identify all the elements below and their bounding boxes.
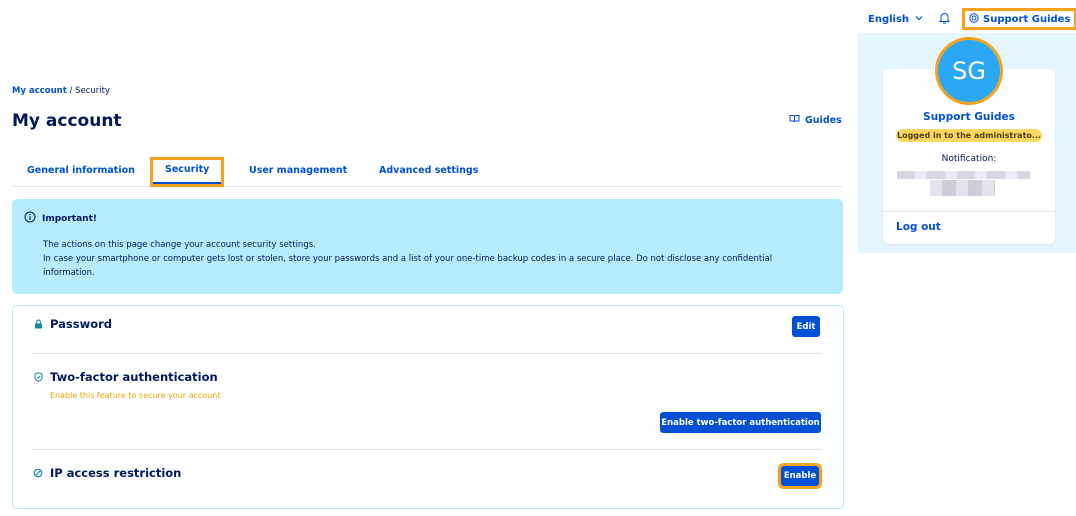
user-name: Support Guides — [923, 111, 1015, 123]
chevron-down-icon — [915, 14, 923, 25]
edit-password-button[interactable]: Edit — [792, 316, 820, 337]
support-guides-link[interactable]: Support Guides — [962, 8, 1076, 30]
notice-heading-text: Important! — [42, 213, 97, 224]
row-divider-1 — [32, 353, 822, 354]
enable-two-factor-button[interactable]: Enable two-factor authentication — [660, 412, 821, 433]
notifications-button[interactable] — [937, 12, 951, 26]
notice-line-1: The actions on this page change your acc… — [43, 240, 316, 250]
page-title: My account — [12, 111, 122, 131]
breadcrumb-root[interactable]: My account — [12, 86, 67, 96]
tab-advanced-settings[interactable]: Advanced settings — [379, 160, 478, 182]
redacted-notification — [897, 171, 1030, 179]
lock-icon — [32, 318, 44, 330]
redacted-notification-2 — [930, 180, 995, 196]
notice-heading: Important! — [24, 211, 97, 226]
guides-label: Guides — [805, 114, 842, 126]
tab-security[interactable]: Security — [149, 157, 225, 187]
book-icon — [789, 114, 800, 126]
guides-button[interactable]: Guides — [789, 114, 842, 126]
tab-bar: General information Security User manage… — [12, 157, 842, 187]
password-row: Password — [32, 317, 112, 331]
password-title: Password — [50, 317, 112, 331]
two-factor-title: Two-factor authentication — [50, 370, 218, 384]
notice-body: The actions on this page change your acc… — [43, 238, 823, 280]
logged-in-badge: Logged in to the administrato... — [896, 129, 1042, 142]
avatar[interactable]: SG — [938, 40, 1000, 102]
two-factor-subtitle: Enable this feature to secure your accou… — [50, 391, 224, 400]
ip-restriction-row: IP access restriction — [32, 466, 181, 480]
shield-icon — [32, 371, 44, 383]
notification-label: Notification: — [941, 154, 997, 164]
enable-ip-restriction-button[interactable]: Enable — [778, 463, 822, 489]
question-circle-icon — [969, 12, 979, 26]
row-divider-2 — [32, 449, 822, 450]
top-bar: English Support Guides — [868, 8, 1076, 30]
language-selector[interactable]: English — [868, 14, 923, 25]
tab-user-management[interactable]: User management — [249, 160, 347, 182]
bell-icon — [938, 12, 950, 27]
breadcrumb-current: Security — [75, 86, 110, 96]
info-icon — [24, 211, 36, 226]
language-label: English — [868, 13, 910, 25]
block-icon — [32, 467, 44, 479]
two-factor-row: Two-factor authentication — [32, 370, 218, 384]
ip-restriction-title: IP access restriction — [50, 466, 182, 480]
avatar-initials: SG — [952, 57, 986, 85]
tab-general-information[interactable]: General information — [27, 160, 135, 182]
logout-link[interactable]: Log out — [896, 221, 941, 233]
breadcrumb-separator: / — [69, 86, 73, 96]
support-guides-label: Support Guides — [983, 13, 1071, 25]
notice-line-2: In case your smartphone or computer gets… — [43, 254, 773, 278]
card-divider — [883, 211, 1055, 212]
breadcrumb: My account / Security — [12, 86, 110, 96]
